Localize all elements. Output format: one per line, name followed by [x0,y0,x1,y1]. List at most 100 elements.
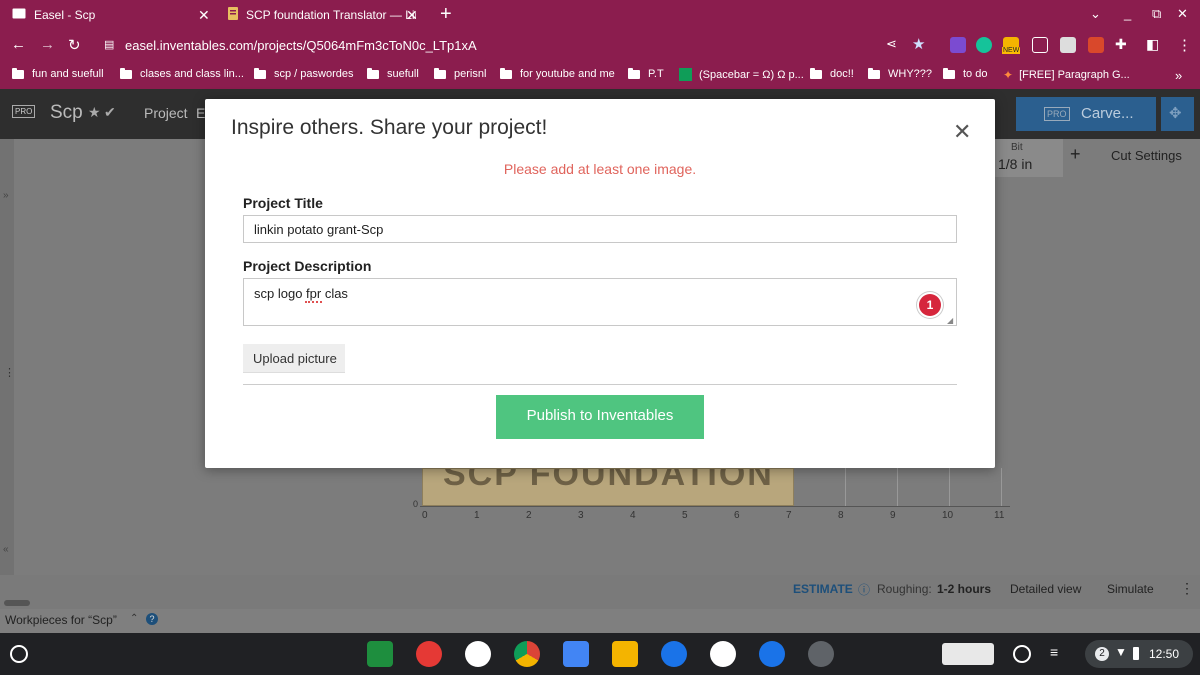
bookmark-folder[interactable]: doc!! [810,67,854,80]
status-tray[interactable]: 2 ▼ 12:50 [1085,640,1193,668]
detailed-view-button[interactable]: Detailed view [1010,582,1081,596]
bookmark-link[interactable]: (Spacebar = Ω) Ω p... [679,68,804,81]
restore-icon[interactable]: ⧉ [1152,6,1161,22]
forward-icon[interactable]: → [40,36,55,53]
move-icon: ✥ [1169,105,1182,122]
resize-handle-icon[interactable]: ⋮ [4,366,15,379]
bookmark-link[interactable]: ✦ [FREE] Paragraph G... [1003,68,1130,82]
machine-button[interactable]: ✥ [1161,97,1194,131]
close-tab-icon[interactable]: ✕ [198,7,210,24]
expand-left-icon[interactable]: » [3,190,9,201]
classroom-icon[interactable] [367,641,393,667]
new-tab-icon[interactable]: + [440,3,452,26]
resize-grip-icon[interactable]: ◢ [947,316,953,325]
bookmark-folder[interactable]: scp / paswordes [254,67,353,80]
edit-menu[interactable]: E [196,105,205,121]
slides-icon[interactable] [612,641,638,667]
carve-label: Carve... [1081,105,1134,122]
bookmark-folder[interactable]: clases and class lin... [120,67,244,80]
extensions-puzzle-icon[interactable]: ✚ [1115,36,1127,53]
info-icon[interactable]: ⓘ [858,581,870,598]
tab-scp-translator[interactable]: SCP foundation Translator — Lin ✕ [218,0,428,30]
workpieces-bar: Workpieces for “Scp” ⌃ ? [0,609,1200,633]
site-info-icon[interactable]: ▤ [104,38,114,51]
wifi-icon: ▼ [1115,645,1127,659]
grid-lines [794,468,1004,506]
publish-button[interactable]: Publish to Inventables [496,395,704,439]
assistant-icon[interactable] [1013,645,1031,663]
ruler-tick: 7 [786,510,792,521]
bookmark-folder[interactable]: P.T [628,67,664,80]
menu-kebab-icon[interactable]: ⋮ [1177,36,1192,54]
horizontal-scrollbar[interactable] [4,600,30,606]
youtube-icon[interactable] [416,641,442,667]
bookmark-folder[interactable]: to do [943,67,987,80]
bookmark-folder[interactable]: WHY??? [868,67,932,80]
reload-icon[interactable]: ↻ [68,36,81,54]
extension-multi-icon[interactable] [1060,37,1076,53]
upload-label: Upload picture [253,351,337,366]
launcher-icon[interactable] [10,645,28,663]
close-window-icon[interactable]: ✕ [1177,6,1188,22]
estimate-link[interactable]: ESTIMATE [793,582,853,596]
chevron-up-icon[interactable]: ⌃ [130,613,138,624]
bookmark-folder[interactable]: for youtube and me [500,67,615,80]
description-text: scp logo fpr clas [254,286,348,301]
sparkle-icon: ✦ [1003,68,1014,82]
extension-pen-icon[interactable] [1032,37,1048,53]
close-tab-icon[interactable]: ✕ [406,7,418,24]
minimize-icon[interactable]: _ [1124,6,1131,21]
bookmark-folder[interactable]: suefull [367,67,419,80]
error-message: Please add at least one image. [503,161,697,177]
project-description-textarea[interactable]: scp logo fpr clas 1 ◢ [243,278,957,326]
back-icon[interactable]: ← [11,36,26,53]
bookmark-folder[interactable]: perisnl [434,67,486,80]
gmail-icon[interactable] [465,641,491,667]
simulate-button[interactable]: Simulate [1107,582,1154,596]
bookmark-star-icon[interactable]: ★ [912,35,925,53]
extension-red-icon[interactable] [1088,37,1104,53]
side-panel-icon[interactable]: ◧ [1146,36,1159,53]
url-text: easel.inventables.com/projects/Q5064mFm3… [125,38,477,53]
bookmark-folder[interactable]: fun and suefull [12,67,104,80]
more-options-icon[interactable]: ⋮ [1180,580,1194,597]
tab-strip: Easel - Scp ✕ SCP foundation Translator … [0,0,1200,30]
tote-icon[interactable] [942,643,994,665]
project-title-label: Project Title [243,195,323,211]
tab-easel[interactable]: Easel - Scp ✕ [0,0,218,30]
close-modal-icon[interactable]: ✕ [953,119,971,145]
workpieces-label[interactable]: Workpieces for “Scp” [5,613,117,627]
ruler-tick: 11 [994,510,1005,521]
grammar-badge[interactable]: 1 [919,294,941,316]
extension-tm-icon[interactable] [950,37,966,53]
bit-panel[interactable]: Bit 1/8 in [995,139,1063,177]
media-controls-icon[interactable]: ≡ [1050,644,1058,660]
files-icon[interactable] [661,641,687,667]
add-bit-button[interactable]: + [1070,144,1081,165]
upload-picture-button[interactable]: Upload picture [243,344,345,373]
share-icon[interactable]: ⋖ [886,36,897,52]
camera-icon[interactable] [759,641,785,667]
help-icon[interactable]: ? [146,613,158,625]
omnibox[interactable]: ▤ easel.inventables.com/projects/Q5064mF… [96,34,936,57]
docs-icon[interactable] [563,641,589,667]
play-store-icon[interactable] [710,641,736,667]
project-menu[interactable]: Project [144,105,188,121]
extension-grammarly-icon[interactable] [976,37,992,53]
ruler-tick: 5 [682,510,688,521]
roughing-value: 1-2 hours [937,582,992,596]
settings-icon[interactable] [808,641,834,667]
modal-title: Inspire others. Share your project! [231,116,548,139]
workpiece[interactable]: SCP FOUNDATION [422,468,794,506]
collapse-left-icon[interactable]: « [3,544,9,555]
project-description-label: Project Description [243,258,372,274]
more-bookmarks-icon[interactable]: » [1175,68,1182,83]
cut-settings-button[interactable]: Cut Settings [1111,148,1182,163]
chrome-icon[interactable] [514,641,540,667]
project-title-input[interactable] [243,215,957,243]
carve-button[interactable]: PRO Carve... [1016,97,1156,131]
favorite-star-icon[interactable]: ★ [88,104,101,121]
project-name[interactable]: Scp [50,102,83,124]
tab-search-icon[interactable]: ⌄ [1090,6,1101,22]
ruler-y-tick: 0 [413,499,419,509]
